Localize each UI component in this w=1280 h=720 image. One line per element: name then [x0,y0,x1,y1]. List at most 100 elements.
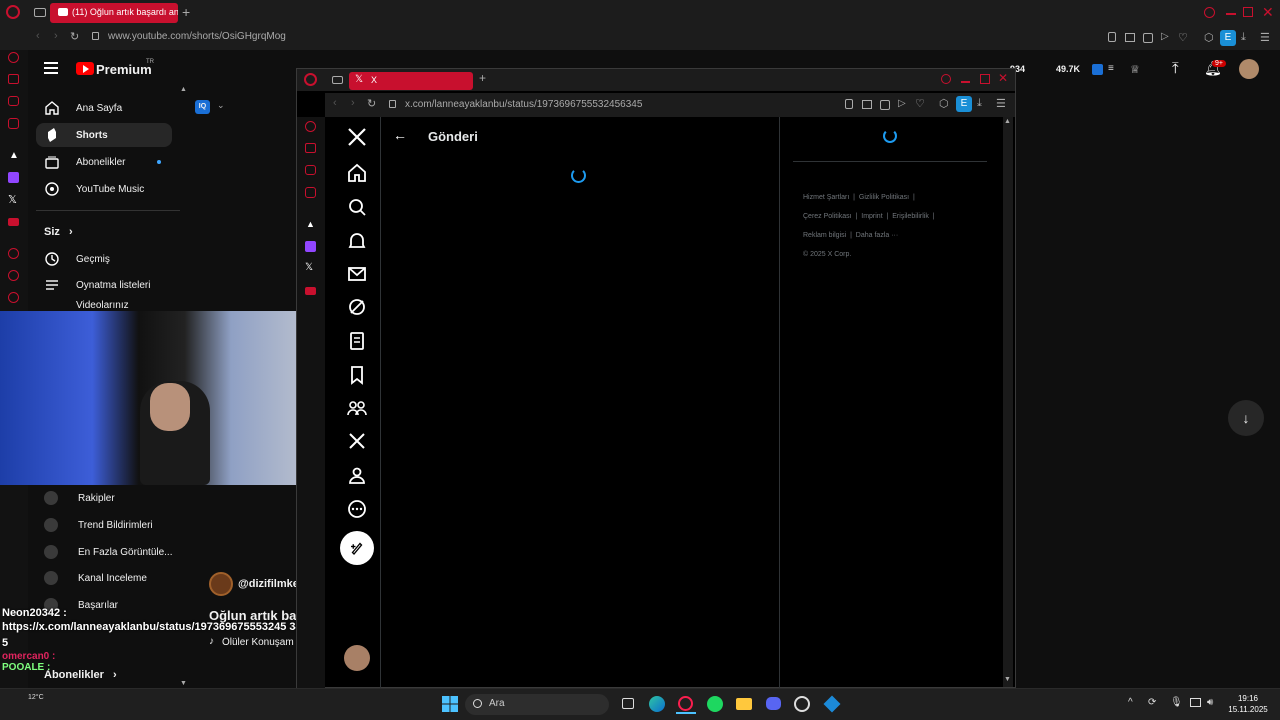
footer-link[interactable]: Hizmet Şartları [803,194,849,201]
footer-link[interactable]: Imprint [861,213,882,220]
back-icon[interactable]: ‹ [333,97,337,109]
nav-subscriptions[interactable]: Abonelikler [36,150,172,174]
search-tabs-icon[interactable] [1204,7,1215,18]
reload-icon[interactable]: ↻ [70,30,79,43]
extensions-icon[interactable]: ⬡ [1204,31,1214,44]
nav-music[interactable]: YouTube Music [36,177,172,201]
new-tab-button[interactable]: + [479,71,486,85]
grok-icon[interactable] [345,295,369,319]
x-app-icon[interactable]: 𝕏 [305,262,313,273]
tool-item[interactable]: En Fazla Görüntüle... [44,542,173,562]
avatar[interactable] [1239,59,1259,79]
app-icon[interactable] [822,694,842,714]
scroll-down-icon[interactable]: ▼ [180,680,187,687]
nav-home[interactable]: Ana Sayfa [36,96,172,120]
clock[interactable]: 19:16 15.11.2025 [1228,693,1268,715]
you-section-header[interactable]: Siz › [44,226,73,238]
adblock-icon[interactable] [1143,33,1153,43]
channel-avatar[interactable] [209,572,233,596]
communities-icon[interactable] [345,396,369,420]
chevron-down-icon[interactable]: ⌄ [217,100,225,111]
menu-icon[interactable]: ☰ [1260,31,1270,44]
scroll-next-button[interactable]: ↓ [1228,400,1264,436]
instagram-icon[interactable] [305,187,316,198]
download-icon[interactable]: ⤓ [977,97,982,110]
taskbar-search[interactable]: Ara [465,694,609,715]
tab-overview-icon[interactable] [34,8,46,17]
scroll-up-arrow-icon[interactable]: ▲ [1004,118,1011,125]
twitch-icon[interactable] [8,172,19,183]
back-icon[interactable]: ‹ [36,30,40,42]
scroll-down-arrow-icon[interactable]: ▼ [1004,676,1011,683]
maximize-button[interactable] [980,74,990,84]
scrollbar-track[interactable] [1003,117,1013,687]
profile-e-icon[interactable]: E [1220,30,1236,46]
file-explorer-icon[interactable] [734,694,754,714]
task-view-icon[interactable] [618,694,638,714]
x-url[interactable]: x.com/lanneayaklanbu/status/197369675553… [405,99,642,110]
channel-name[interactable]: @dizifilmke [238,578,299,590]
ext-list-icon[interactable]: ≡ [1108,63,1114,74]
opera-logo-icon[interactable] [304,73,317,86]
adblock-icon[interactable] [880,100,890,110]
back-arrow-icon[interactable]: ← [393,127,407,143]
footer-link[interactable]: Reklam bilgisi [803,232,846,239]
close-button[interactable]: ✕ [1262,4,1274,21]
history-sidebar-icon[interactable] [8,270,19,281]
messenger-icon[interactable] [8,96,19,106]
post-button[interactable] [340,531,374,565]
close-button[interactable]: ✕ [998,71,1008,85]
notifications-icon[interactable] [345,229,369,253]
new-tab-button[interactable]: + [182,4,190,20]
start-windows-icon[interactable] [440,694,460,714]
bookmarks-icon[interactable] [345,363,369,387]
edge-icon[interactable] [647,694,667,714]
tool-item[interactable]: Rakipler [44,488,115,508]
explore-icon[interactable] [345,195,369,219]
spotify-icon[interactable] [705,694,725,714]
messages-icon[interactable] [345,262,369,286]
messenger-icon[interactable] [305,165,316,175]
opera-gx-icon[interactable] [676,694,696,714]
tab-overview-icon[interactable] [332,76,343,84]
shopping-icon[interactable] [8,74,19,84]
weather-widget[interactable]: 12°C [28,694,44,701]
search-tabs-icon[interactable] [941,74,951,84]
settings-sidebar-icon[interactable] [8,292,19,303]
ext-badge-icon[interactable] [1092,64,1103,75]
outer-tab-youtube[interactable]: (11) Oğlun artık başardı an [50,3,178,23]
display-icon[interactable] [1190,698,1201,707]
snapshot-icon[interactable] [1125,33,1135,42]
forward-icon[interactable]: › [351,97,355,109]
footer-link[interactable]: Erişilebilirlik [892,213,929,220]
download-icon[interactable]: ⤓ [1241,31,1246,44]
scroll-up-icon[interactable]: ▲ [180,86,187,93]
arrow-app-icon[interactable]: ▲ [9,150,19,161]
steam-icon[interactable] [792,694,812,714]
reload-icon[interactable]: ↻ [367,97,376,110]
account-avatar[interactable] [344,645,370,671]
microphone-icon[interactable]: 🎙︎ [1170,697,1183,708]
pin-icon[interactable] [845,99,853,109]
nav-shorts[interactable]: Shorts [36,123,172,147]
play-icon[interactable]: ▷ [898,98,906,109]
menu-icon[interactable]: ☰ [996,97,1006,110]
app-icon[interactable] [8,218,19,226]
outer-url[interactable]: www.youtube.com/shorts/OsiGHgrqMog [108,31,286,42]
instagram-icon[interactable] [8,118,19,129]
lists-icon[interactable] [345,329,369,353]
player-icon[interactable] [8,248,19,259]
heart-icon[interactable]: ♡ [1178,31,1188,44]
iq-extension-icon[interactable]: IQ [195,100,210,114]
x-app-icon[interactable]: 𝕏 [8,193,17,206]
play-icon[interactable]: ▷ [1161,31,1169,42]
ext-award-icon[interactable]: ♕ [1130,63,1140,76]
profile-e-icon[interactable]: E [956,96,972,112]
premium-icon[interactable] [345,429,369,453]
x-tab[interactable]: 𝕏 X [349,72,473,90]
upload-icon[interactable]: ⤒ [1172,60,1179,77]
nav-history[interactable]: Geçmiş [36,247,172,271]
network-icon[interactable]: ⟳ [1148,697,1156,708]
nav-playlists[interactable]: Oynatma listeleri [36,273,172,297]
more-icon[interactable] [345,497,369,521]
